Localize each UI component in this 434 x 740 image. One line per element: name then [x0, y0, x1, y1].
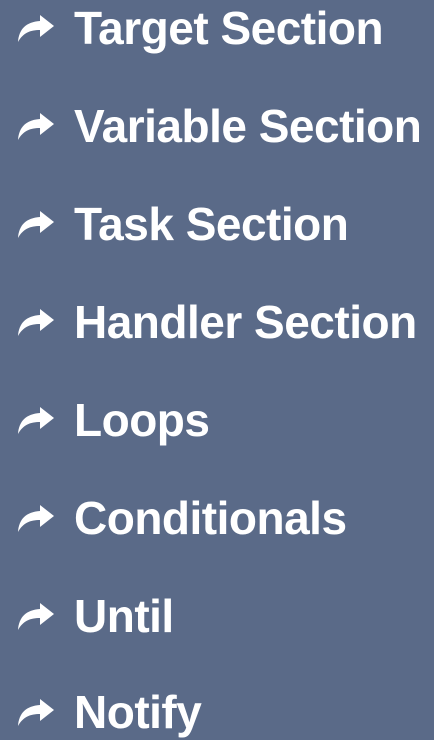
- menu-item-label: Handler Section: [74, 296, 417, 348]
- share-arrow-icon: [12, 692, 60, 732]
- menu-item-task-section[interactable]: Task Section: [12, 194, 349, 254]
- menu-item-label: Loops: [74, 394, 210, 446]
- menu-item-conditionals[interactable]: Conditionals: [12, 488, 347, 548]
- menu-item-until[interactable]: Until: [12, 586, 174, 646]
- menu-item-handler-section[interactable]: Handler Section: [12, 292, 417, 352]
- share-arrow-icon: [12, 596, 60, 636]
- share-arrow-icon: [12, 8, 60, 48]
- menu-item-variable-section[interactable]: Variable Section: [12, 96, 422, 156]
- share-arrow-icon: [12, 400, 60, 440]
- share-arrow-icon: [12, 106, 60, 146]
- share-arrow-icon: [12, 204, 60, 244]
- menu-item-label: Until: [74, 590, 174, 642]
- menu-item-label: Notify: [74, 686, 202, 738]
- share-arrow-icon: [12, 302, 60, 342]
- menu-item-label: Variable Section: [74, 100, 422, 152]
- menu-item-target-section[interactable]: Target Section: [12, 0, 384, 58]
- share-arrow-icon: [12, 498, 60, 538]
- menu-item-label: Conditionals: [74, 492, 347, 544]
- menu-item-label: Task Section: [74, 198, 349, 250]
- menu-item-notify[interactable]: Notify: [12, 682, 202, 740]
- menu-item-loops[interactable]: Loops: [12, 390, 210, 450]
- section-menu: Target Section Variable Section Task Sec…: [0, 0, 434, 740]
- menu-item-label: Target Section: [74, 2, 384, 54]
